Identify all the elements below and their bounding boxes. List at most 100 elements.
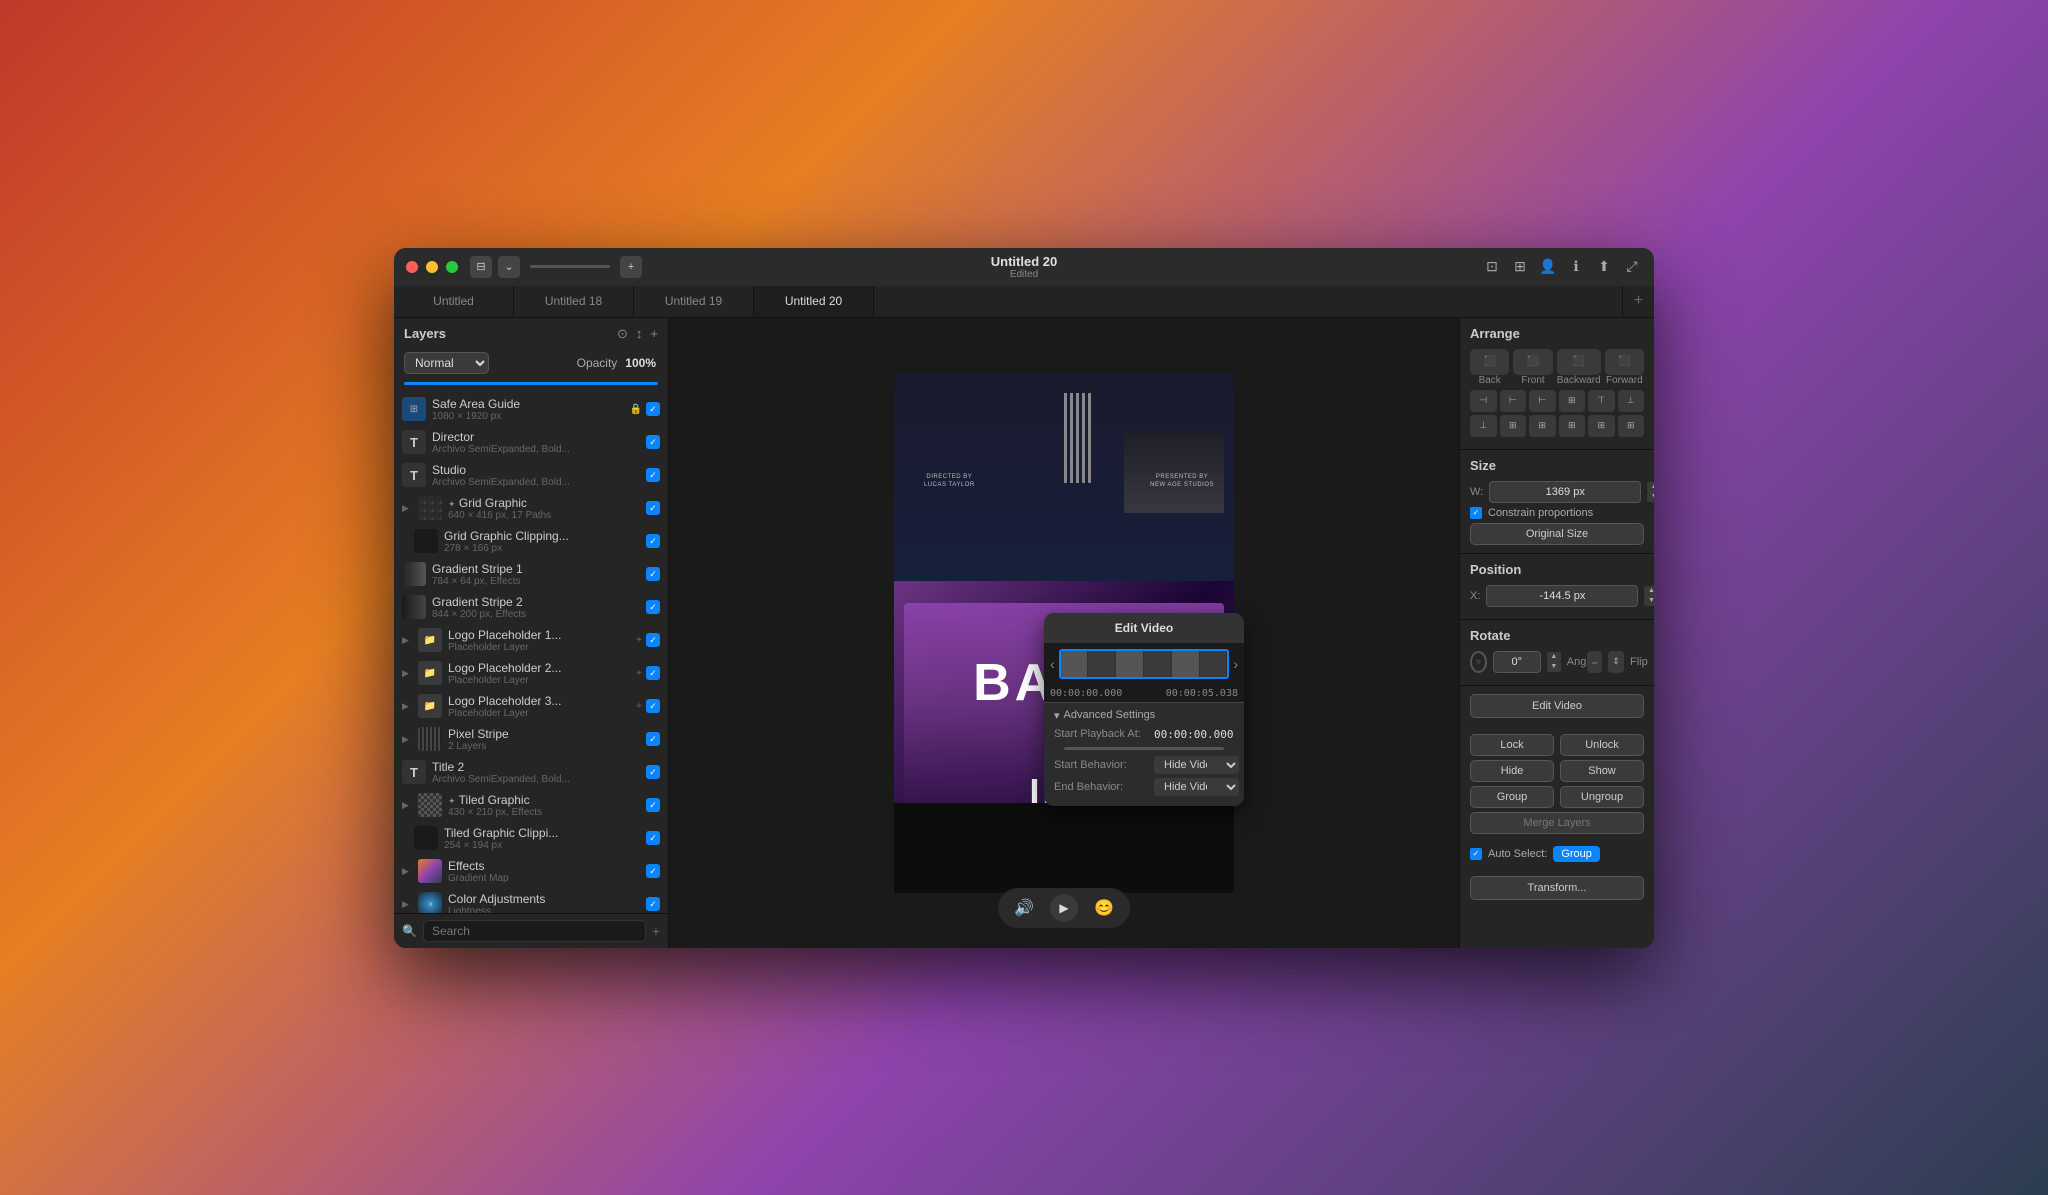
list-item[interactable]: T Title 2 Archivo SemiExpanded, Bold... … — [394, 756, 668, 789]
group-button[interactable]: Group — [1470, 786, 1554, 808]
auto-select-dropdown[interactable]: Group — [1553, 846, 1600, 862]
canvas-area[interactable]: DIRECTED BYLUCAS TAYLOR PRESENTED BYNEW … — [669, 318, 1459, 948]
align-extra-3[interactable]: ⊞ — [1588, 415, 1615, 437]
list-item[interactable]: ▶ ✦ Tiled Graphic 430 × 210 px, Effects … — [394, 789, 668, 822]
align-center-h-button[interactable]: ⊢ — [1500, 390, 1527, 412]
align-extra-2[interactable]: ⊞ — [1559, 415, 1586, 437]
align-top-button[interactable]: ⊤ — [1588, 390, 1615, 412]
expand-arrow-icon[interactable]: ▶ — [402, 734, 412, 745]
merge-layers-button[interactable]: Merge Layers — [1470, 812, 1644, 834]
list-item[interactable]: ▶ 📁 Logo Placeholder 2... Placeholder La… — [394, 657, 668, 690]
zoom-slider[interactable] — [530, 265, 610, 268]
emoji-icon[interactable]: 😊 — [1094, 898, 1114, 918]
align-extra-4[interactable]: ⊞ — [1618, 415, 1645, 437]
expand-arrow-icon[interactable]: ▶ — [402, 866, 412, 877]
list-item[interactable]: ⊞ Safe Area Guide 1080 × 1920 px 🔒 ✓ — [394, 393, 668, 426]
flip-h-button[interactable]: ⇔ — [1587, 651, 1603, 673]
visibility-check[interactable]: ✓ — [646, 666, 660, 680]
x-input[interactable] — [1486, 585, 1638, 607]
visibility-check[interactable]: ✓ — [646, 897, 660, 911]
search-input[interactable] — [423, 920, 646, 942]
align-bottom-button[interactable]: ⊥ — [1470, 415, 1497, 437]
show-button[interactable]: Show — [1560, 760, 1644, 782]
hide-button[interactable]: Hide — [1470, 760, 1554, 782]
visibility-check[interactable]: ✓ — [646, 864, 660, 878]
filmstrip-next-icon[interactable]: › — [1233, 656, 1238, 672]
visibility-check[interactable]: ✓ — [646, 699, 660, 713]
view-options-icon[interactable]: ⌄ — [498, 256, 520, 278]
minimize-button[interactable] — [426, 261, 438, 273]
align-left-button[interactable]: ⊣ — [1470, 390, 1497, 412]
auto-select-checkbox[interactable]: ✓ — [1470, 848, 1482, 860]
ungroup-button[interactable]: Ungroup — [1560, 786, 1644, 808]
list-item[interactable]: Grid Graphic Clipping... 278 × 166 px ✓ — [394, 525, 668, 558]
lock-button[interactable]: Lock — [1470, 734, 1554, 756]
expand-arrow-icon[interactable]: ▶ — [402, 701, 412, 712]
unlock-button[interactable]: Unlock — [1560, 734, 1644, 756]
distribute-h-button[interactable]: ⊞ — [1559, 390, 1586, 412]
visibility-check[interactable]: ✓ — [646, 765, 660, 779]
expand-arrow-icon[interactable]: ▶ — [402, 503, 412, 514]
visibility-check[interactable]: ✓ — [646, 633, 660, 647]
layers-icon[interactable]: ⊡ — [1482, 257, 1502, 277]
x-stepper[interactable]: ▲ ▼ — [1644, 586, 1654, 606]
visibility-check[interactable]: ✓ — [646, 600, 660, 614]
back-button[interactable]: ⬛ — [1470, 349, 1509, 375]
zoom-icon[interactable]: + — [620, 256, 642, 278]
transform-button[interactable]: Transform... — [1470, 876, 1644, 900]
blend-mode-select[interactable]: Normal — [404, 352, 489, 374]
list-item[interactable]: Tiled Graphic Clippi... 254 × 194 px ✓ — [394, 822, 668, 855]
width-up-button[interactable]: ▲ — [1647, 482, 1654, 492]
list-item[interactable]: Gradient Stripe 1 784 × 64 px, Effects ✓ — [394, 558, 668, 591]
tab-untitled18[interactable]: Untitled 18 — [514, 286, 634, 317]
width-input[interactable] — [1489, 481, 1641, 503]
list-item[interactable]: Gradient Stripe 2 844 × 200 px, Effects … — [394, 591, 668, 624]
list-item[interactable]: T Studio Archivo SemiExpanded, Bold... ✓ — [394, 459, 668, 492]
constrain-checkbox[interactable]: ✓ — [1470, 507, 1482, 519]
visibility-check[interactable]: ✓ — [646, 798, 660, 812]
layers-options-icon[interactable]: ⊙ — [617, 326, 628, 342]
end-behavior-select[interactable]: Hide Video — [1154, 778, 1239, 796]
expand-arrow-icon[interactable]: ▶ — [402, 800, 412, 811]
user-icon[interactable]: 👤 — [1538, 257, 1558, 277]
layers-add-icon[interactable]: + — [650, 326, 658, 342]
align-middle-v-button[interactable]: ⊥ — [1618, 390, 1645, 412]
sidebar-toggle-icon[interactable]: ⊟ — [470, 256, 492, 278]
list-item[interactable]: ▶ Effects Gradient Map ✓ — [394, 855, 668, 888]
visibility-check[interactable]: ✓ — [646, 534, 660, 548]
expand-arrow-icon[interactable]: ▶ — [402, 899, 412, 910]
add-layer-icon[interactable]: + — [652, 923, 660, 939]
play-button[interactable]: ▶ — [1050, 894, 1078, 922]
list-item[interactable]: T Director Archivo SemiExpanded, Bold...… — [394, 426, 668, 459]
rotate-wheel[interactable]: ○ — [1470, 651, 1487, 673]
tab-untitled20[interactable]: Untitled 20 — [754, 286, 874, 317]
filmstrip-track[interactable] — [1059, 649, 1230, 679]
visibility-check[interactable]: ✓ — [646, 468, 660, 482]
angle-stepper[interactable]: ▲ ▼ — [1547, 652, 1561, 672]
visibility-check[interactable]: ✓ — [646, 831, 660, 845]
angle-up-button[interactable]: ▲ — [1547, 652, 1561, 662]
add-icon[interactable]: + — [636, 668, 642, 679]
volume-icon[interactable]: 🔊 — [1014, 898, 1034, 918]
list-item[interactable]: ▶ 📁 Logo Placeholder 1... Placeholder La… — [394, 624, 668, 657]
flip-v-button[interactable]: ⇕ — [1608, 651, 1624, 673]
list-item[interactable]: ▶ ◑ Color Adjustments Lightness ✓ — [394, 888, 668, 913]
playback-slider[interactable] — [1064, 747, 1224, 750]
maximize-button[interactable] — [446, 261, 458, 273]
inspector-icon[interactable]: ⊞ — [1510, 257, 1530, 277]
visibility-check[interactable]: ✓ — [646, 567, 660, 581]
visibility-check[interactable]: ✓ — [646, 402, 660, 416]
visibility-check[interactable]: ✓ — [646, 435, 660, 449]
expand-arrow-icon[interactable]: ▶ — [402, 668, 412, 679]
tab-untitled19[interactable]: Untitled 19 — [634, 286, 754, 317]
share-icon[interactable]: ⬆ — [1594, 257, 1614, 277]
align-right-button[interactable]: ⊢ — [1529, 390, 1556, 412]
x-down-button[interactable]: ▼ — [1644, 596, 1654, 606]
width-down-button[interactable]: ▼ — [1647, 492, 1654, 502]
x-up-button[interactable]: ▲ — [1644, 586, 1654, 596]
edit-video-button[interactable]: Edit Video — [1470, 694, 1644, 718]
angle-down-button[interactable]: ▼ — [1547, 662, 1561, 672]
tab-untitled[interactable]: Untitled — [394, 286, 514, 317]
info-icon[interactable]: ℹ — [1566, 257, 1586, 277]
list-item[interactable]: ▶ Pixel Stripe 2 Layers ✓ — [394, 723, 668, 756]
